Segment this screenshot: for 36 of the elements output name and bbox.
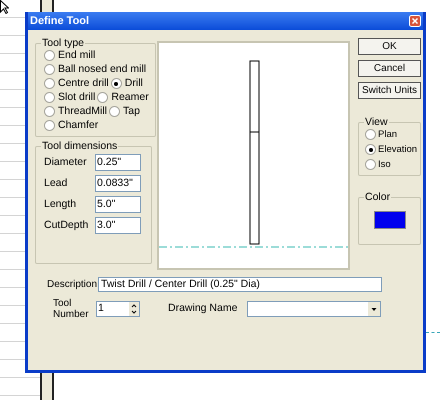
radio-button[interactable]: End mill [44,49,96,62]
color-swatch[interactable] [374,211,406,229]
field-label: Drawing Name [168,301,238,316]
field-label: Length [44,196,76,212]
input-field[interactable]: 0.0833" [95,175,141,192]
radio-button[interactable]: Tap [109,105,140,118]
group-title: Tool type [41,37,86,49]
group-title: View [364,116,389,128]
radio-button[interactable]: Reamer [97,91,149,104]
field-label: Lead [44,176,68,191]
tool-number-spinner[interactable]: 1 [96,301,140,317]
radio-button[interactable]: Plan [365,128,414,141]
input-field[interactable]: 5.0" [95,196,141,213]
dialog-button[interactable]: Switch Units [358,82,421,99]
group-title: Tool dimensions [41,140,118,152]
dialog-button[interactable]: Cancel [358,60,421,77]
radio-button[interactable]: Drill [110,77,143,90]
radio-button[interactable]: Chamfer [44,119,98,132]
spinner-arrows-icon[interactable] [129,302,139,316]
group-title: Color [364,191,392,203]
field-label: Diameter [44,154,87,170]
radio-button[interactable]: Ball nosed end mill [44,63,146,76]
field-label: Tool Number [53,298,87,320]
description-field[interactable]: Twist Drill / Center Drill (0.25" Dia) [98,277,382,292]
field-label: Description [47,278,95,292]
radio-button[interactable]: Elevation [365,143,414,156]
radio-button[interactable]: Slot drill [44,91,96,104]
radio-button[interactable]: ThreadMill [44,105,108,118]
input-field[interactable]: 0.25" [95,154,141,171]
radio-button[interactable]: Iso [365,158,414,171]
input-field[interactable]: 3.0" [95,217,141,234]
radio-button[interactable]: Centre drill [44,77,109,90]
window-title: Define Tool [30,14,90,29]
close-icon[interactable] [409,15,421,27]
field-label: CutDepth [44,218,88,233]
dialog-button[interactable]: OK [358,38,421,55]
